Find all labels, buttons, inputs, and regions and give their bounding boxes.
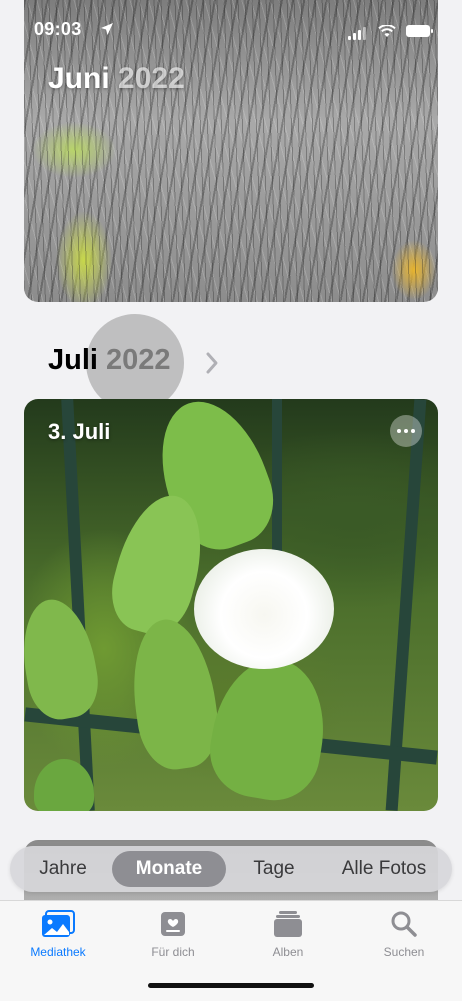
segment-jahre[interactable]: Jahre	[14, 851, 112, 887]
segment-monate[interactable]: Monate	[112, 851, 226, 887]
month-card-juni[interactable]	[24, 0, 438, 302]
signal-icon	[348, 22, 368, 40]
tab-suchen[interactable]: Suchen	[354, 909, 454, 959]
for-you-icon	[161, 912, 185, 936]
dot-icon	[404, 429, 408, 433]
flower	[194, 549, 334, 669]
location-arrow-icon	[101, 23, 113, 35]
day-card-3-juli[interactable]: 3. Juli	[24, 399, 438, 811]
day-title: 3. Juli	[48, 419, 111, 444]
tab-label: Suchen	[383, 945, 425, 959]
dot-icon	[411, 429, 415, 433]
month-year: 2022	[118, 62, 185, 95]
photo-background	[24, 0, 438, 302]
home-indicator	[148, 983, 314, 988]
section-month: Juli	[48, 344, 98, 376]
search-icon	[391, 911, 417, 937]
segment-tage[interactable]: Tage	[226, 851, 322, 887]
wifi-icon	[378, 24, 396, 37]
tab-alben[interactable]: Alben	[238, 909, 338, 959]
segment-alle-fotos[interactable]: Alle Fotos	[322, 851, 446, 887]
view-segmented-control: Jahre Monate Tage Alle Fotos	[10, 846, 452, 892]
leaf	[202, 650, 336, 808]
leaf	[24, 593, 104, 725]
more-options-button[interactable]	[390, 415, 422, 447]
tab-label: Für dich	[151, 945, 195, 959]
battery-icon	[406, 25, 433, 37]
albums-icon	[274, 911, 302, 937]
tab-fuer-dich[interactable]: Für dich	[123, 909, 223, 959]
section-title-juli[interactable]: Juli 2022	[48, 344, 171, 377]
month-title-juni: Juni 2022	[48, 62, 185, 96]
tab-label: Mediathek	[30, 945, 86, 959]
photo-library-icon	[42, 910, 75, 937]
chevron-right-icon[interactable]	[205, 351, 219, 375]
dot-icon	[397, 429, 401, 433]
tab-label: Alben	[272, 945, 304, 959]
month-name: Juni	[48, 62, 110, 95]
tab-mediathek[interactable]: Mediathek	[8, 909, 108, 959]
status-time: 09:03	[34, 19, 82, 39]
section-year: 2022	[106, 344, 171, 376]
status-icons	[348, 22, 433, 40]
